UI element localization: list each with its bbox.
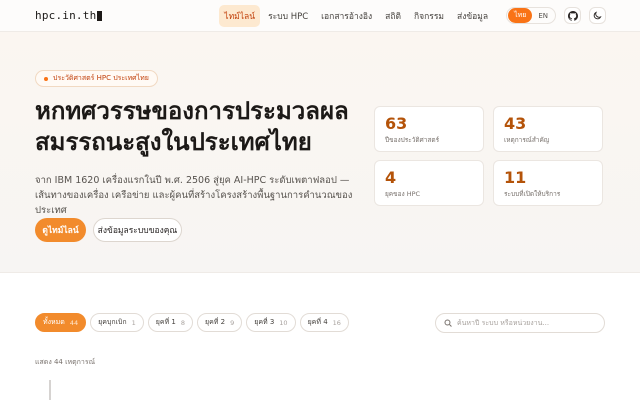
stat-value: 4 — [385, 168, 397, 187]
chip-count: 44 — [69, 318, 79, 327]
filter-chip-era-2[interactable]: ยุคที่ 2 9 — [197, 313, 243, 332]
chip-label: ยุคที่ 1 — [155, 318, 176, 326]
chip-label: ยุคบุกเบิก — [98, 318, 127, 326]
stat-label: ปีของประวัติศาสตร์ — [385, 136, 440, 144]
era-filter-chips: ทั้งหมด 44 ยุคบุกเบิก 1 ยุคที่ 1 8 ยุคที… — [35, 313, 349, 332]
chip-count: 9 — [230, 318, 235, 327]
filter-chip-era-4[interactable]: ยุคที่ 4 16 — [299, 313, 349, 332]
chip-label: ยุคที่ 2 — [205, 318, 226, 326]
search-box[interactable] — [435, 313, 605, 333]
chip-count: 16 — [332, 318, 341, 327]
top-bar: hpc.in.th ไทม์ไลน์ ระบบ HPC เอกสารอ้างอิ… — [0, 0, 640, 32]
nav-timeline[interactable]: ไทม์ไลน์ — [219, 4, 261, 27]
cursor-block-icon — [97, 10, 103, 21]
github-button[interactable] — [564, 7, 581, 24]
filter-chip-era-1[interactable]: ยุคที่ 1 8 — [147, 313, 193, 332]
lang-en-button[interactable]: EN — [532, 10, 554, 22]
nav-hpc-systems[interactable]: ระบบ HPC — [263, 5, 313, 27]
nav-submit[interactable]: ส่งข้อมูล — [452, 5, 493, 27]
stat-value: 11 — [504, 168, 527, 187]
stat-label: เหตุการณ์สำคัญ — [504, 136, 550, 144]
hero-badge: ประวัติศาสตร์ HPC ประเทศไทย — [35, 70, 158, 87]
chip-label: ทั้งหมด — [43, 318, 65, 326]
site-logo[interactable]: hpc.in.th — [35, 9, 103, 22]
timeline-axis — [49, 380, 51, 400]
chip-count: 10 — [279, 318, 288, 327]
chip-count: 1 — [131, 318, 136, 327]
search-icon — [444, 319, 452, 327]
view-timeline-button[interactable]: ดูไทม์ไลน์ — [35, 218, 86, 242]
filter-chip-all[interactable]: ทั้งหมด 44 — [35, 313, 87, 332]
results-count: แสดง 44 เหตุการณ์ — [35, 358, 96, 366]
stat-card-systems: 11 ระบบที่เปิดให้บริการ — [493, 160, 603, 206]
dot-icon — [44, 76, 48, 81]
language-switch: ไทย EN — [506, 7, 556, 24]
stat-card-eras: 4 ยุคของ HPC — [374, 160, 484, 206]
stat-label: ยุคของ HPC — [385, 190, 421, 198]
page-title: หกทศวรรษของการประมวลผลสมรรถนะสูงในประเทศ… — [35, 97, 349, 156]
stat-label: ระบบที่เปิดให้บริการ — [504, 190, 561, 198]
stat-card-years: 63 ปีของประวัติศาสตร์ — [374, 106, 484, 152]
moon-icon — [593, 11, 602, 20]
hero-section: ประวัติศาสตร์ HPC ประเทศไทย หกทศวรรษของก… — [0, 32, 640, 273]
chip-count: 8 — [180, 318, 185, 327]
filter-chip-era-3[interactable]: ยุคที่ 3 10 — [246, 313, 296, 332]
nav-references[interactable]: เอกสารอ้างอิง — [316, 5, 377, 27]
hero-badge-text: ประวัติศาสตร์ HPC ประเทศไทย — [53, 74, 149, 82]
filter-chip-pioneer[interactable]: ยุคบุกเบิก 1 — [90, 313, 144, 332]
hero-subtitle: จาก IBM 1620 เครื่องแรกในปี พ.ศ. 2506 สู… — [35, 175, 353, 216]
lang-th-button[interactable]: ไทย — [508, 8, 533, 23]
submit-system-button[interactable]: ส่งข้อมูลระบบของคุณ — [93, 218, 182, 242]
stat-value: 43 — [504, 114, 527, 133]
stat-card-events: 43 เหตุการณ์สำคัญ — [493, 106, 603, 152]
chip-label: ยุคที่ 4 — [307, 318, 328, 326]
logo-text: hpc.in.th — [35, 9, 97, 22]
stat-value: 63 — [385, 114, 408, 133]
chip-label: ยุคที่ 3 — [254, 318, 275, 326]
search-input[interactable] — [456, 319, 596, 327]
nav-statistics[interactable]: สถิติ — [380, 5, 406, 27]
theme-toggle-button[interactable] — [589, 7, 606, 24]
main-nav: ไทม์ไลน์ ระบบ HPC เอกสารอ้างอิง สถิติ กิ… — [219, 4, 606, 27]
nav-events[interactable]: กิจกรรม — [409, 5, 449, 27]
github-icon — [567, 10, 578, 21]
